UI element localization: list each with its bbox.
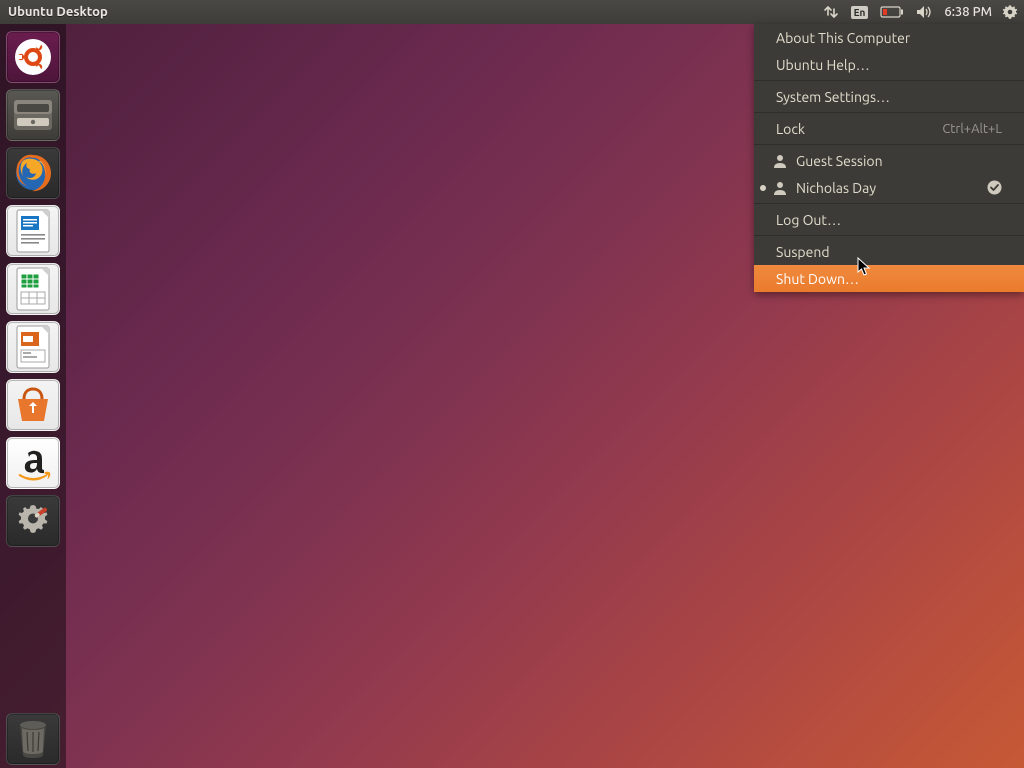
menu-logout[interactable]: Log Out… [754,206,1024,233]
launcher [0,24,66,768]
volume-icon [916,5,934,19]
menu-lock-label: Lock [776,121,805,137]
menu-guest-label: Guest Session [796,153,883,169]
software-center-icon [12,385,54,425]
check-badge-icon [987,180,1002,195]
impress-icon [13,324,53,370]
menu-settings[interactable]: System Settings… [754,83,1024,110]
files-icon [11,96,55,134]
launcher-settings[interactable] [6,495,60,547]
menu-lock-shortcut: Ctrl+Alt+L [942,122,1002,136]
launcher-impress[interactable] [6,321,60,373]
system-menu: About This Computer Ubuntu Help… System … [754,24,1024,292]
menu-help[interactable]: Ubuntu Help… [754,51,1024,78]
ubuntu-logo-icon [12,36,54,78]
sound-indicator[interactable] [910,0,940,24]
menu-shutdown[interactable]: Shut Down… [754,265,1024,292]
network-icon [823,4,839,20]
launcher-files[interactable] [6,89,60,141]
menu-user-label: Nicholas Day [796,180,876,196]
active-user-indicator [760,185,766,191]
menu-separator [754,203,1024,204]
gear-icon [1002,4,1018,20]
launcher-amazon[interactable] [6,437,60,489]
menu-user[interactable]: Nicholas Day [754,174,1024,201]
menu-logout-label: Log Out… [776,212,841,228]
amazon-icon [13,443,53,483]
menu-settings-label: System Settings… [776,89,890,105]
launcher-firefox[interactable] [6,147,60,199]
trash-icon [14,717,52,761]
menu-about-label: About This Computer [776,30,910,46]
menu-guest[interactable]: Guest Session [754,147,1024,174]
launcher-dash[interactable] [6,31,60,83]
menu-separator [754,112,1024,113]
network-indicator[interactable] [817,0,845,24]
menu-separator [754,80,1024,81]
launcher-writer[interactable] [6,205,60,257]
menu-suspend-label: Suspend [776,244,830,260]
menu-lock[interactable]: Lock Ctrl+Alt+L [754,115,1024,142]
battery-indicator[interactable] [874,0,910,24]
menu-separator [754,235,1024,236]
battery-icon [880,6,904,18]
menu-separator [754,144,1024,145]
launcher-software[interactable] [6,379,60,431]
clock-text: 6:38 PM [944,5,992,19]
launcher-trash[interactable] [6,713,60,765]
menu-help-label: Ubuntu Help… [776,57,870,73]
person-icon [772,153,788,169]
menu-suspend[interactable]: Suspend [754,238,1024,265]
session-indicator[interactable] [996,0,1024,24]
top-panel: Ubuntu Desktop En 6:38 PM [0,0,1024,24]
panel-title: Ubuntu Desktop [0,5,108,19]
clock-indicator[interactable]: 6:38 PM [940,0,996,24]
keyboard-label: En [851,6,869,19]
firefox-icon [11,151,55,195]
person-icon [772,180,788,196]
calc-icon [13,266,53,312]
launcher-calc[interactable] [6,263,60,315]
keyboard-indicator[interactable]: En [845,0,875,24]
menu-about[interactable]: About This Computer [754,24,1024,51]
settings-icon [11,499,55,543]
menu-shutdown-label: Shut Down… [776,271,859,287]
writer-icon [13,208,53,254]
